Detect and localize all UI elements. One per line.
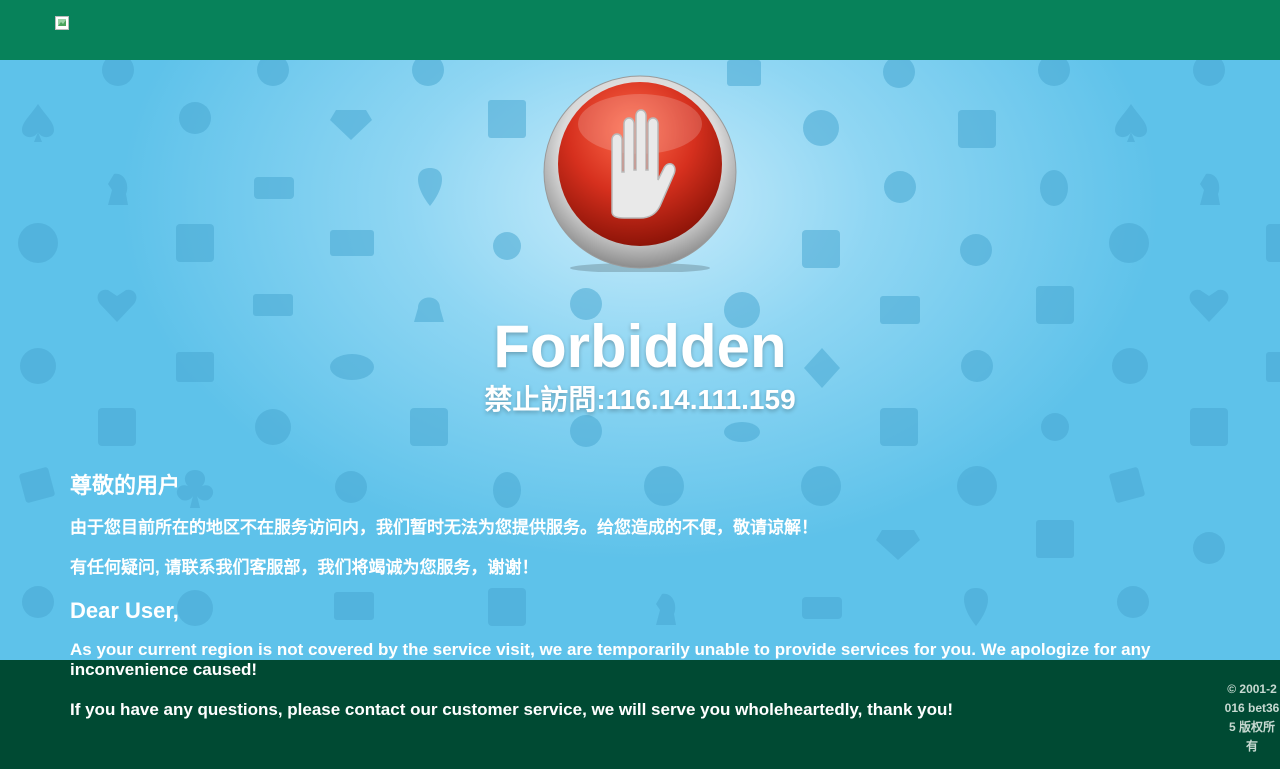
volleyball-icon [570,415,602,447]
chess-knight-icon [1200,173,1220,205]
poker-chip-icon [412,60,444,86]
pool-ball-icon [102,60,134,86]
pool-ball-icon [1193,60,1225,86]
diamond-gem-icon [330,110,372,140]
en-greeting-heading: Dear User, [70,598,179,623]
dice-icon [802,230,840,268]
roulette-icon [1109,223,1149,263]
horseshoe-icon [22,586,54,618]
message-content: 尊敬的用户 由于您目前所在的地区不在服务访问内，我们暂时无法为您提供服务。给您造… [70,470,1210,740]
forbidden-ip-subtitle: 禁止訪問:116.14.111.159 [484,384,796,415]
joystick-icon [724,422,760,442]
dice-icon [1266,224,1280,262]
cherries-icon [960,234,992,266]
chess-knight-icon [108,173,128,205]
cn-message-line-2: 有任何疑问, 请联系我们客服部，我们将竭诚为您服务，谢谢！ [70,558,539,577]
stop-hand-icon [543,75,737,272]
bingo-card-icon [488,100,526,138]
dice-icon [958,110,996,148]
strawberry-icon [418,168,442,206]
roulette-icon [18,223,58,263]
cn-greeting-heading: 尊敬的用户 [70,473,181,498]
tennis-ball-icon [179,102,211,134]
cn-message-line-1: 由于您目前所在的地区不在服务访问内，我们暂时无法为您提供服务。给您造成的不便，敬… [70,518,818,537]
copyright-text: © 2001-2016 bet365 版权所有 [1224,682,1280,753]
forbidden-title: Forbidden [493,313,787,380]
dollar-bill-icon [330,230,374,256]
soccer-ball-icon [1038,60,1070,86]
spade-icon [1115,104,1147,142]
dice-pair-icon [19,467,55,503]
coin-icon [257,60,289,86]
bowling-pins-icon [884,171,916,203]
en-message-line-2: If you have any questions, please contac… [70,700,954,719]
basketball-icon [803,110,839,146]
football-icon [883,60,915,88]
grapes-icon [493,232,521,260]
spade-icon [22,104,54,142]
ticket-icon [254,177,294,199]
top-header [0,0,1280,60]
broken-logo-image-icon[interactable] [55,16,69,30]
dice-icon [176,224,214,262]
lemon-icon [1040,170,1068,206]
en-message-line-1: As your current region is not covered by… [70,640,1151,679]
